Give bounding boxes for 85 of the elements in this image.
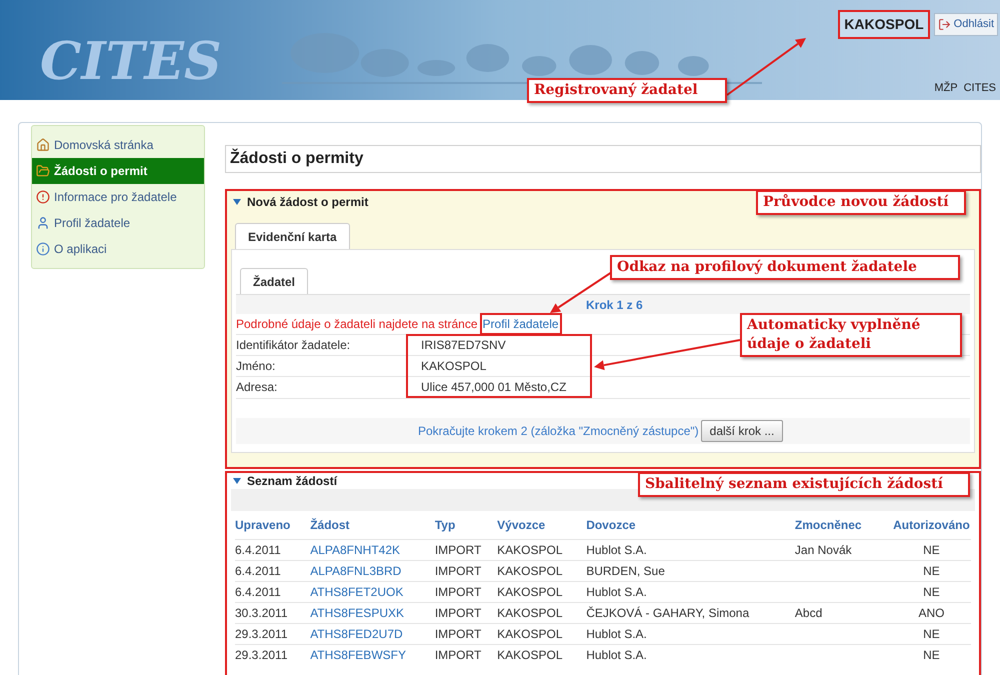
table-cell-text: 6.4.2011 (235, 542, 282, 559)
column-header[interactable]: Zmocněnec (794, 516, 892, 534)
table-cell-text: IMPORT (434, 563, 482, 580)
table-cell-text: NE (922, 626, 941, 643)
table-cell-text: 6.4.2011 (235, 563, 282, 580)
table-cell-text: KAKOSPOL (497, 584, 564, 601)
table-cell-text: Abcd (794, 605, 824, 622)
column-header[interactable]: Typ (434, 516, 498, 534)
table-cell-text: KAKOSPOL (497, 542, 564, 559)
request-link[interactable]: ATHS8FET2UOK (310, 583, 435, 601)
notice-text: Podrobné údaje o žadateli najdete na stránce (236, 316, 478, 333)
tab[interactable]: Žadatel (240, 268, 308, 294)
table-cell-text: Jan Novák (794, 542, 853, 559)
annotation-label: Registrovaný žadatel (527, 78, 727, 103)
step-indicator: Krok 1 z 6 (586, 297, 643, 314)
request-link[interactable]: ATHS8FESPUXK (310, 604, 435, 622)
table-cell-text: Hublot S.A. (586, 542, 648, 559)
table-cell-text: IMPORT (434, 605, 482, 622)
table-cell-text: 29.3.2011 (235, 647, 288, 664)
table-cell-text: KAKOSPOL (497, 647, 564, 664)
table-cell-text: Hublot S.A. (586, 647, 648, 664)
logout-icon (938, 18, 951, 31)
sidebar-item[interactable]: Informace pro žadatele (32, 184, 204, 210)
tab[interactable]: Evidenční karta (235, 223, 350, 249)
table-cell-text: Hublot S.A. (586, 584, 648, 601)
annotation-label: Automaticky vyplněné údaje o žadateli (740, 313, 962, 357)
column-header[interactable]: Žádost (310, 516, 435, 534)
sidebar-item[interactable]: O aplikaci (32, 236, 204, 262)
annotation-label: Průvodce novou žádostí (756, 190, 966, 215)
user-icon (36, 216, 50, 230)
field-label: Jméno: (236, 358, 276, 375)
column-header[interactable]: Dovozce (586, 516, 795, 534)
table-cell-text: ČEJKOVÁ - GAHARY, Simona (586, 605, 750, 622)
table-cell-text: NE (922, 647, 941, 664)
caret-icon (233, 477, 241, 485)
column-header[interactable]: Autorizováno (892, 516, 972, 534)
table-cell-text: 29.3.2011 (235, 626, 288, 643)
profile-link[interactable]: Profil žadatele (480, 313, 562, 335)
table-cell-text: IMPORT (434, 626, 482, 643)
table-cell-text: BURDEN, Sue (586, 563, 666, 580)
nav-link[interactable]: CITES (964, 80, 996, 96)
logout-button[interactable]: Odhlásit (934, 13, 998, 36)
panel-header[interactable]: Seznam žádostí (227, 473, 344, 489)
table-cell-text: IMPORT (434, 647, 482, 664)
table-cell-text: IMPORT (434, 542, 482, 559)
field-value: KAKOSPOL (421, 358, 486, 375)
table-cell-text: KAKOSPOL (497, 626, 564, 643)
table-cell-text: 30.3.2011 (235, 605, 288, 622)
request-link[interactable]: ATHS8FED2U7D (310, 625, 435, 643)
info-icon (36, 242, 50, 256)
next-step-button[interactable]: další krok ... (700, 420, 784, 442)
field-value: Ulice 457,000 01 Město,CZ (421, 379, 566, 396)
sidebar-item[interactable]: Žádosti o permit (32, 158, 204, 184)
panel-header[interactable]: Nová žádost o permit (227, 191, 374, 213)
alert-icon (36, 190, 50, 204)
nav-link[interactable]: MŽP (934, 80, 958, 96)
user-name: KAKOSPOL (838, 10, 930, 39)
continue-text: Pokračujte krokem 2 (záložka "Zmocněný zástupce") (418, 423, 699, 440)
request-link[interactable]: ATHS8FEBWSFY (310, 646, 435, 664)
table-cell-text: NE (922, 542, 941, 559)
column-header[interactable]: Upraveno (235, 516, 310, 534)
caret-icon (233, 198, 241, 206)
field-label: Identifikátor žadatele: (236, 337, 352, 354)
sidebar-item[interactable]: Profil žadatele (32, 210, 204, 236)
table-cell-text: ANO (917, 605, 946, 622)
annotation-label: Sbalitelný seznam existujících žádostí (638, 472, 970, 497)
logo: CITES (40, 36, 222, 88)
annotation-arrow (550, 271, 613, 313)
table-cell-text: NE (922, 563, 941, 580)
request-link[interactable]: ALPA8FNHT42K (310, 541, 435, 559)
folder-icon (36, 164, 50, 178)
field-label: Adresa: (236, 379, 278, 396)
table-cell-text: KAKOSPOL (497, 563, 564, 580)
home-icon (36, 138, 50, 152)
table-cell-text: IMPORT (434, 584, 482, 601)
sidebar-item[interactable]: Domovská stránka (32, 132, 204, 158)
table-cell-text: NE (922, 584, 941, 601)
annotation-label: Odkaz na profilový dokument žadatele (610, 255, 960, 280)
page-title: Žádosti o permity (225, 145, 981, 173)
table-cell-text: Hublot S.A. (586, 626, 648, 643)
table-cell-text: KAKOSPOL (497, 605, 564, 622)
table-cell-text: 6.4.2011 (235, 584, 282, 601)
field-value: IRIS87ED7SNV (421, 337, 506, 354)
column-header[interactable]: Vývozce (497, 516, 586, 534)
request-link[interactable]: ALPA8FNL3BRD (310, 562, 435, 580)
